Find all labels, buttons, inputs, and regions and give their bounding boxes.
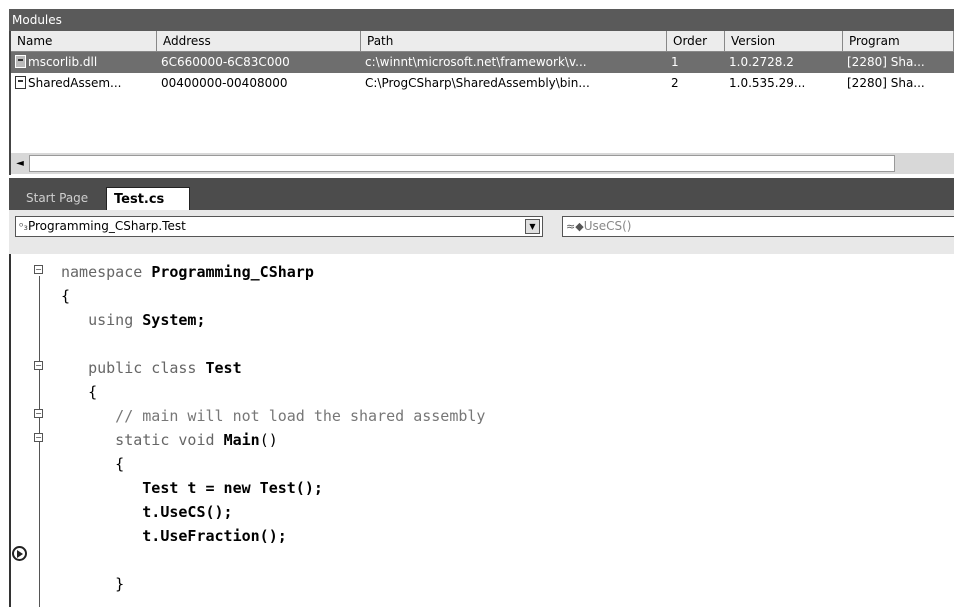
code-line: // main will not load the shared assembl… — [61, 404, 485, 428]
code-token: () — [259, 431, 278, 449]
module-address-text: 00400000-00408000 — [161, 76, 288, 90]
module-program-text: [2280] Sha... — [847, 55, 925, 69]
column-header-address[interactable]: Address — [157, 31, 361, 52]
code-token: Test — [205, 359, 242, 377]
module-cell-path: C:\ProgCSharp\SharedAssembly\bin... — [361, 73, 667, 94]
module-row[interactable]: mscorlib.dll 6C660000-6C83C000 c:\winnt\mi… — [11, 52, 954, 73]
module-cell-address: 00400000-00408000 — [157, 73, 361, 94]
code-line: { — [61, 284, 70, 308]
dll-file-icon — [15, 76, 26, 89]
member-dropdown-value: UseCS() — [583, 219, 632, 233]
code-token: // main will not load the shared assembl… — [61, 407, 486, 425]
scroll-left-arrow-icon[interactable]: ◄ — [13, 156, 27, 171]
module-order-text: 1 — [671, 55, 679, 69]
module-cell-program: [2280] Sha... — [843, 73, 954, 94]
module-cell-order: 2 — [667, 73, 725, 94]
module-path-text: C:\ProgCSharp\SharedAssembly\bin... — [365, 76, 590, 90]
collapse-icon[interactable]: − — [34, 361, 43, 370]
column-header-order[interactable]: Order — [667, 31, 725, 52]
scrollbar-track[interactable] — [29, 155, 895, 172]
code-line: static void Main() — [61, 428, 278, 452]
module-name-text: mscorlib.dll — [28, 55, 98, 69]
code-token: t.UseCS(); — [61, 503, 233, 521]
column-header-version[interactable]: Version — [725, 31, 843, 52]
collapse-icon[interactable]: − — [34, 433, 43, 442]
current-line-arrow-icon — [12, 546, 27, 561]
module-path-text: c:\winnt\microsoft.net\framework\v... — [365, 55, 587, 69]
chevron-down-icon[interactable]: ▼ — [525, 219, 540, 234]
class-dropdown[interactable]: ᵒ₃Programming_CSharp.Test ▼ — [15, 216, 543, 237]
class-icon: ᵒ₃ — [19, 220, 28, 233]
modules-panel: Modules Name Address Path Order Version … — [9, 9, 954, 175]
code-token: t.UseFraction(); — [61, 527, 287, 545]
column-header-path[interactable]: Path — [361, 31, 667, 52]
method-icon: ≈◆ — [566, 220, 584, 233]
code-token: Programming_CSharp — [151, 263, 314, 281]
module-version-text: 1.0.535.29... — [729, 76, 806, 90]
module-row[interactable]: SharedAssem... 00400000-00408000 C:\ProgCS… — [11, 73, 954, 94]
member-dropdown[interactable]: ≈◆UseCS() — [562, 216, 954, 237]
module-version-text: 1.0.2728.2 — [729, 55, 794, 69]
editor-tab-strip: Start Page Test.cs — [9, 178, 954, 210]
code-token: Main — [223, 431, 260, 449]
column-header-name[interactable]: Name — [11, 31, 157, 52]
dll-file-icon — [15, 55, 26, 68]
module-cell-name: mscorlib.dll — [11, 52, 157, 73]
module-program-text: [2280] Sha... — [847, 76, 925, 90]
code-token: { — [61, 287, 71, 305]
module-cell-program: [2280] Sha... — [843, 52, 954, 73]
class-dropdown-value: Programming_CSharp.Test — [27, 219, 186, 233]
code-line: public class Test — [61, 356, 242, 380]
column-header-program[interactable]: Program — [843, 31, 954, 52]
module-cell-name: SharedAssem... — [11, 73, 157, 94]
code-line: } — [61, 572, 124, 596]
code-line: using System; — [61, 308, 206, 332]
tab-start-page[interactable]: Start Page — [19, 187, 95, 210]
collapse-icon[interactable]: − — [34, 409, 43, 418]
code-token: { — [61, 455, 125, 473]
code-editor[interactable]: − − − − namespace Programming_CSharp { us… — [9, 254, 954, 607]
module-name-text: SharedAssem... — [28, 76, 122, 90]
code-line: Test t = new Test(); — [61, 476, 323, 500]
code-token: public class — [61, 359, 206, 377]
module-cell-order: 1 — [667, 52, 725, 73]
collapse-icon[interactable]: − — [34, 265, 43, 274]
code-token: System; — [142, 311, 206, 329]
module-order-text: 2 — [671, 76, 679, 90]
module-cell-path: c:\winnt\microsoft.net\framework\v... — [361, 52, 667, 73]
tab-test-cs[interactable]: Test.cs — [106, 187, 190, 210]
code-line: { — [61, 452, 124, 476]
module-cell-version: 1.0.535.29... — [725, 73, 843, 94]
code-line: { — [61, 380, 97, 404]
code-token: using — [61, 311, 143, 329]
module-address-text: 6C660000-6C83C000 — [161, 55, 290, 69]
code-token: namespace — [61, 263, 152, 281]
horizontal-scrollbar[interactable]: ◄ — [11, 153, 954, 174]
code-token: } — [61, 575, 125, 593]
code-line: t.UseCS(); — [61, 500, 233, 524]
modules-list: Name Address Path Order Version Program … — [9, 31, 954, 175]
code-line: namespace Programming_CSharp — [61, 260, 314, 284]
module-cell-version: 1.0.2728.2 — [725, 52, 843, 73]
modules-panel-title: Modules — [9, 9, 954, 31]
module-cell-address: 6C660000-6C83C000 — [157, 52, 361, 73]
code-line: t.UseFraction(); — [61, 524, 287, 548]
code-token: { — [61, 383, 98, 401]
code-token: Test t = new Test(); — [61, 479, 323, 497]
code-token: static void — [61, 431, 224, 449]
navigation-bar: ᵒ₃Programming_CSharp.Test ▼ ≈◆UseCS() — [9, 210, 954, 254]
